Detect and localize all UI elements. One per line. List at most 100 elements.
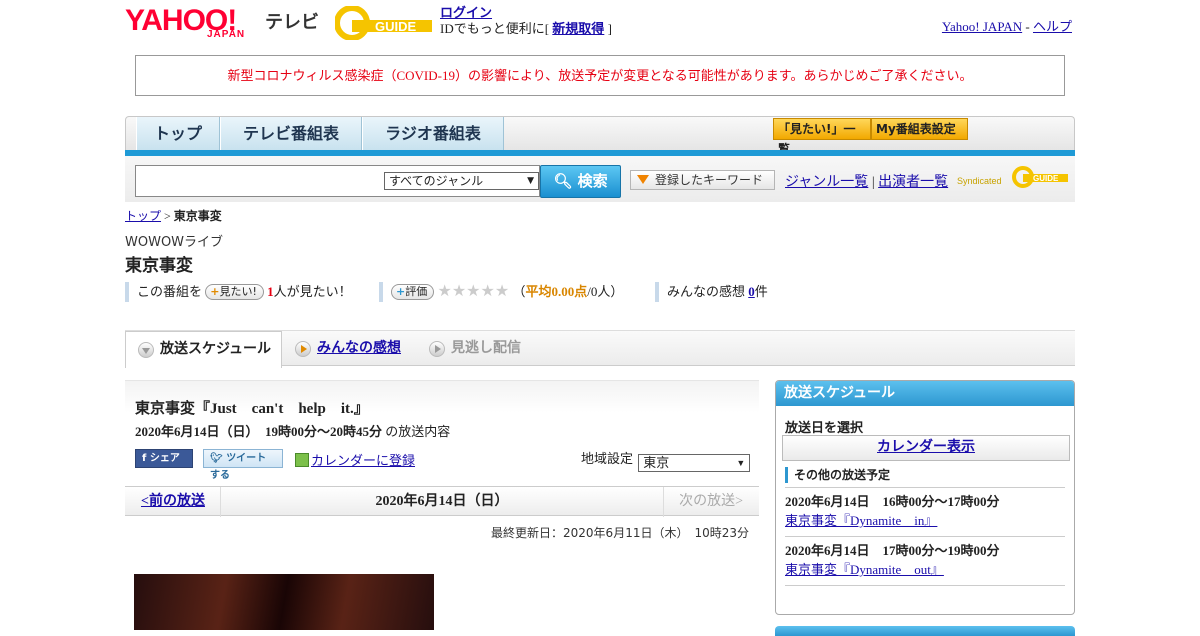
- covid-notice: 新型コロナウィルス感染症（COVID-19）の影響により、放送予定が変更となる可…: [135, 55, 1065, 96]
- play-circle-icon: [295, 341, 311, 357]
- want-button-label: 見たい!: [219, 285, 257, 298]
- breadcrumb-top-link[interactable]: トップ: [125, 209, 161, 223]
- tab-broadcast-schedule[interactable]: 放送スケジュール: [125, 331, 282, 368]
- breadcrumb: トップ > 東京事変: [125, 207, 222, 224]
- last-updated: 最終更新日：2020年6月11日（木） 10時23分: [491, 526, 749, 540]
- other-broadcasts-header: その他の放送予定: [785, 467, 890, 483]
- nav-tab-tv-schedule[interactable]: テレビ番組表: [220, 117, 362, 152]
- breadcrumb-current: 東京事変: [173, 209, 222, 223]
- broadcast-time-row: 2020年6月14日（日） 19時00分～20時45分 の放送内容: [135, 421, 450, 440]
- register-link[interactable]: 新規取得: [552, 21, 604, 36]
- other-broadcast-time: 2020年6月14日 17時00分～19時00分: [785, 543, 1000, 558]
- select-date-label: 放送日を選択: [785, 421, 864, 436]
- login-prompt: IDでもっと便利に[: [440, 21, 550, 36]
- registered-keyword-button[interactable]: 登録したキーワード: [630, 170, 775, 190]
- broadcast-header: 東京事変『Just can't help it.』 2020年6月14日（日） …: [125, 380, 759, 486]
- top-link-separator: -: [1025, 19, 1030, 34]
- help-link[interactable]: ヘルプ: [1033, 19, 1072, 34]
- broadcast-title: 東京事変『Just can't help it.』: [135, 401, 369, 417]
- broadcast-time: 2020年6月14日（日） 19時00分～20時45分: [135, 424, 383, 439]
- rating-open: （: [512, 284, 526, 299]
- chevron-down-icon: ▼: [527, 176, 534, 186]
- channel-name: WOWOWライブ: [125, 235, 224, 250]
- plus-icon: +: [396, 285, 406, 298]
- program-stats: この番組を +見たい! 1人が見たい！ +評価 ★★★★★ （平均0.00点/0…: [125, 282, 1075, 302]
- search-button-label: 検索: [577, 172, 608, 190]
- search-button[interactable]: 🔍︎ 検索: [540, 165, 621, 198]
- want-stat: この番組を +見たい! 1人が見たい！: [125, 282, 352, 302]
- gguide-logo[interactable]: GUIDE: [335, 6, 433, 40]
- next-broadcast-disabled: 次の放送>: [679, 494, 743, 509]
- watchlist-button[interactable]: 「見たい!」一覧: [773, 118, 871, 156]
- tab-impressions-label[interactable]: みんなの感想: [317, 340, 401, 356]
- chevron-down-icon: ▼: [736, 458, 746, 468]
- genre-list-link[interactable]: ジャンル一覧: [785, 175, 868, 190]
- page-title: 東京事変: [125, 256, 193, 276]
- facebook-icon: f: [142, 453, 147, 464]
- syndicated-gguide-logo: Syndicated GUIDE: [957, 166, 1068, 188]
- syndicated-logo-text: GUIDE: [1033, 174, 1059, 183]
- login-box: ログイン IDでもっと便利に[ 新規取得 ]: [440, 5, 612, 37]
- calendar-register: カレンダーに登録: [295, 450, 415, 469]
- search-links: ジャンル一覧 | 出演者一覧: [785, 171, 948, 191]
- region-setting: 地域設定 東京 ▼: [581, 448, 751, 472]
- nav-tab-top[interactable]: トップ: [136, 117, 220, 152]
- my-schedule-settings-button[interactable]: My番組表設定: [871, 118, 968, 140]
- other-broadcast-link[interactable]: 東京事変『Dynamite in』: [785, 513, 937, 528]
- syndicated-label: Syndicated: [957, 176, 1002, 186]
- calendar-register-link[interactable]: カレンダーに登録: [311, 453, 415, 468]
- gguide-logo-text: GUIDE: [375, 19, 417, 34]
- login-link[interactable]: ログイン: [440, 5, 492, 20]
- rating-button-label: 評価: [405, 285, 428, 298]
- tab-impressions[interactable]: みんなの感想: [283, 331, 417, 367]
- play-circle-icon: [429, 341, 445, 357]
- chevron-down-circle-icon: [138, 342, 154, 358]
- impressions-label: みんなの感想: [667, 284, 746, 299]
- want-suffix: 人が見たい！: [273, 284, 352, 299]
- tweet-button[interactable]: 🐦︎ ツイートする: [203, 449, 283, 481]
- search-link-separator: |: [871, 175, 875, 190]
- region-select-value: 東京: [643, 455, 670, 470]
- tab-missed-streaming-label: 見逃し配信: [451, 340, 521, 356]
- triangle-down-icon: [637, 175, 649, 184]
- rating-rest: /0人）: [587, 284, 624, 299]
- sub-tabs: 放送スケジュール みんなの感想 見逃し配信: [125, 330, 1075, 368]
- other-broadcast-link[interactable]: 東京事変『Dynamite out』: [785, 562, 944, 577]
- program-thumbnail: [134, 574, 434, 630]
- rating-average: 平均0.00点: [525, 284, 588, 299]
- registered-keyword-label: 登録したキーワード: [655, 173, 764, 187]
- current-broadcast-date: 2020年6月14日（日）: [220, 487, 664, 517]
- broadcast-time-suffix: の放送内容: [385, 424, 451, 439]
- region-label: 地域設定: [581, 451, 634, 466]
- breadcrumb-separator: >: [164, 209, 171, 223]
- schedule-sidebar: 放送スケジュール 放送日を選択 カレンダー表示 その他の放送予定 2020年6月…: [775, 380, 1075, 615]
- list-item: 2020年6月14日 17時00分～19時00分 東京事変『Dynamite o…: [785, 537, 1065, 586]
- other-broadcast-time: 2020年6月14日 16時00分～17時00分: [785, 494, 1000, 509]
- facebook-share-button[interactable]: f シェア: [135, 449, 193, 468]
- rating-button[interactable]: +評価: [391, 284, 435, 300]
- yahoo-japan-link[interactable]: Yahoo! JAPAN: [942, 19, 1022, 34]
- tv-logo-text[interactable]: テレビ: [265, 8, 319, 34]
- sidebar-header: 放送スケジュール: [776, 381, 1074, 406]
- list-item: 2020年6月14日 16時00分～17時00分 東京事変『Dynamite i…: [785, 488, 1065, 537]
- thumbnail-stage-lighting: [134, 574, 434, 630]
- prev-broadcast-link[interactable]: <前の放送: [141, 487, 205, 517]
- rating-stars: ★★★★★: [437, 283, 510, 300]
- sidebar-next-section-header: [775, 626, 1075, 636]
- nav-tab-radio-schedule[interactable]: ラジオ番組表: [362, 117, 504, 152]
- search-icon: 🔍︎: [553, 172, 573, 190]
- want-prefix: この番組を: [137, 284, 203, 299]
- top-right-links: Yahoo! JAPAN - ヘルプ: [942, 16, 1072, 35]
- broadcast-pager: <前の放送 2020年6月14日（日） 次の放送>: [125, 486, 759, 517]
- impressions-unit: 件: [754, 284, 768, 299]
- region-select[interactable]: 東京 ▼: [638, 454, 751, 472]
- facebook-share-label: シェア: [149, 453, 180, 464]
- want-button[interactable]: +見たい!: [205, 284, 264, 300]
- login-prompt-end: ]: [607, 21, 612, 36]
- impressions-stat: みんなの感想 0件: [655, 282, 768, 302]
- genre-select-value: すべてのジャンル: [389, 174, 484, 188]
- performer-list-link[interactable]: 出演者一覧: [878, 175, 948, 190]
- calendar-display-button[interactable]: カレンダー表示: [782, 435, 1070, 461]
- genre-select[interactable]: すべてのジャンル ▼: [384, 172, 539, 190]
- other-broadcasts-list: 2020年6月14日 16時00分～17時00分 東京事変『Dynamite i…: [785, 487, 1065, 586]
